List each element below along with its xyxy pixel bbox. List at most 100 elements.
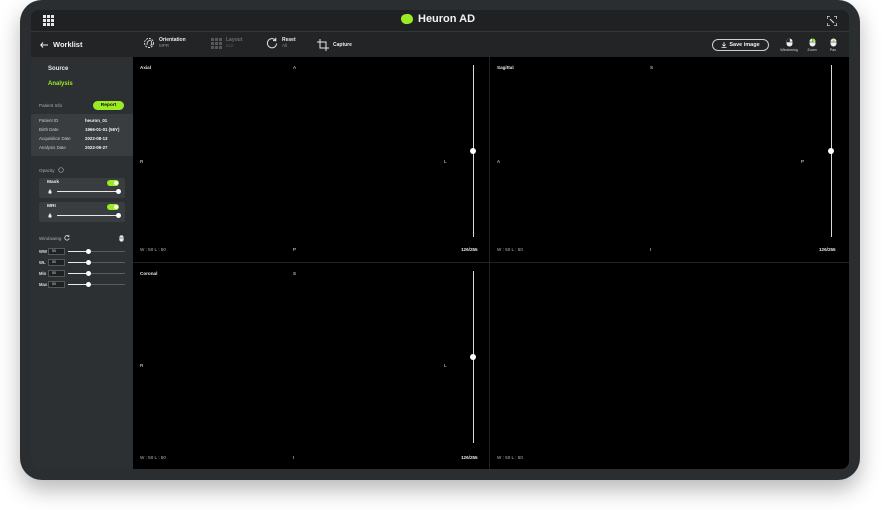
- max-key: Max: [39, 282, 48, 287]
- download-icon: [721, 42, 727, 48]
- orientation-right: L: [444, 159, 447, 164]
- windowing-row-min: Min 50: [39, 270, 125, 277]
- slice-slider-knob[interactable]: [470, 354, 476, 360]
- layer-mask-name: Mask: [47, 180, 59, 185]
- orientation-top: S: [650, 65, 654, 70]
- birth-date-key: Birth Date: [39, 127, 59, 132]
- reset-value: All: [282, 43, 288, 48]
- title-bar: Heuron AD: [31, 10, 849, 32]
- orientation-left: R: [140, 159, 144, 164]
- viewport-title: Axial: [140, 65, 151, 70]
- orientation-value: MPR: [159, 43, 169, 48]
- orientation-head-icon: [144, 38, 154, 48]
- max-slider-knob[interactable]: [85, 282, 91, 287]
- orientation-bottom: P: [293, 247, 297, 252]
- windowing-reset-icon[interactable]: [64, 235, 71, 241]
- acquisition-date-key: Acquisition Date: [39, 136, 71, 141]
- viewport-empty[interactable]: W : 50 L : 50: [490, 263, 849, 469]
- orientation-left: R: [140, 363, 144, 368]
- wl-slider[interactable]: [68, 260, 125, 265]
- patient-info-panel: Patient ID heuron_01 Birth Date 1966-01-…: [31, 114, 133, 156]
- patient-info-label: Patient Info: [39, 103, 63, 108]
- viewport-title: Coronal: [140, 271, 158, 276]
- toolbar: Worklist Orientation MPR Layout 2x2 Rese…: [31, 32, 849, 57]
- orientation-right: P: [801, 159, 805, 164]
- windowing-tool-label: Windowing: [780, 48, 798, 52]
- orientation-button[interactable]: Orientation MPR: [143, 37, 186, 49]
- save-image-label: Save image: [729, 42, 760, 48]
- window-level-readout: W : 50 L : 50: [140, 455, 166, 460]
- layer-mask-toggle[interactable]: [107, 180, 119, 186]
- ww-input[interactable]: 50: [48, 248, 65, 255]
- orientation-top: S: [293, 271, 297, 276]
- layer-mask: Mask: [39, 178, 125, 198]
- viewport-sagittal[interactable]: Sagittal S A P I W : 50 L : 50 126/255: [490, 57, 849, 262]
- pan-mouse-tool[interactable]: Pan: [821, 38, 845, 52]
- mouse-right-icon: [809, 38, 815, 47]
- windowing-row-ww: WW 50: [39, 248, 125, 255]
- heuron-logo-icon: [400, 13, 414, 25]
- layer-mask-opacity-slider[interactable]: [57, 189, 121, 194]
- birth-date-value: 1966-01-01 (56Y): [85, 127, 120, 132]
- nav-analysis[interactable]: Analysis: [48, 81, 73, 87]
- arrow-left-icon: [40, 41, 48, 48]
- orientation-left: A: [497, 159, 501, 164]
- apps-grid-icon[interactable]: [43, 15, 54, 26]
- patient-id-key: Patient ID: [39, 118, 59, 123]
- layer-mri: MRI: [39, 202, 125, 222]
- windowing-row-wl: WL 50: [39, 259, 125, 266]
- opacity-label: Opacity: [39, 167, 55, 173]
- fullscreen-icon[interactable]: [827, 16, 837, 26]
- crop-icon: [317, 39, 329, 51]
- opacity-reset-icon[interactable]: [57, 167, 64, 173]
- max-input[interactable]: 50: [48, 281, 65, 288]
- slider-knob[interactable]: [116, 213, 121, 218]
- layout-value: 2x2: [226, 43, 234, 48]
- reset-button[interactable]: Reset All: [266, 37, 296, 49]
- wl-slider-knob[interactable]: [85, 260, 91, 265]
- slider-knob[interactable]: [116, 189, 121, 194]
- viewport-title: Sagittal: [497, 65, 514, 70]
- windowing-mouse-icon: [119, 235, 124, 242]
- nav-source[interactable]: Source: [48, 66, 68, 72]
- viewer-grid: Axial A R L P W : 50 L : 50 126/255 Sagi…: [133, 57, 849, 469]
- window-level-readout: W : 50 L : 50: [140, 247, 166, 252]
- sidebar: Source Analysis Patient Info Report Pati…: [31, 57, 133, 469]
- slice-counter: 126/255: [461, 455, 478, 460]
- min-slider-knob[interactable]: [85, 271, 91, 276]
- slice-slider-knob[interactable]: [470, 148, 476, 154]
- viewport-coronal[interactable]: Coronal S R L I W : 50 L : 50 126/255: [133, 263, 489, 469]
- layer-mri-opacity-slider[interactable]: [57, 213, 121, 218]
- drop-icon: [48, 189, 52, 194]
- patient-id-value: heuron_01: [85, 118, 108, 123]
- capture-button[interactable]: Capture: [317, 39, 352, 51]
- min-slider[interactable]: [68, 271, 125, 276]
- report-button[interactable]: Report: [93, 101, 124, 110]
- save-image-button[interactable]: Save image: [712, 39, 769, 51]
- slice-slider-knob[interactable]: [828, 148, 834, 154]
- viewport-axial[interactable]: Axial A R L P W : 50 L : 50 126/255: [133, 57, 489, 262]
- window-level-readout: W : 50 L : 50: [497, 247, 523, 252]
- analysis-date-value: 2022-09-27: [85, 145, 108, 150]
- window-level-readout: W : 50 L : 50: [497, 455, 523, 460]
- layout-grid-icon: [211, 37, 222, 49]
- wl-key: WL: [39, 260, 46, 265]
- opacity-header: Opacity: [39, 167, 64, 173]
- ww-slider-knob[interactable]: [85, 249, 91, 254]
- slice-counter: 126/255: [461, 247, 478, 252]
- app-title: Heuron AD: [418, 13, 476, 25]
- layer-mri-toggle[interactable]: [107, 204, 119, 210]
- ww-slider[interactable]: [68, 249, 125, 254]
- mouse-left-icon: [786, 38, 792, 47]
- app-brand: Heuron AD: [400, 13, 476, 25]
- back-to-worklist-button[interactable]: Worklist: [40, 40, 82, 49]
- analysis-date-key: Analysis Date: [39, 145, 66, 150]
- layout-button[interactable]: Layout 2x2: [211, 37, 242, 49]
- windowing-mouse-tool[interactable]: Windowing: [777, 38, 801, 52]
- mouse-wheel-icon: [830, 38, 836, 47]
- slice-counter: 126/255: [819, 247, 836, 252]
- max-slider[interactable]: [68, 282, 125, 287]
- orientation-bottom: I: [650, 247, 652, 252]
- min-input[interactable]: 50: [48, 270, 65, 277]
- wl-input[interactable]: 50: [48, 259, 65, 266]
